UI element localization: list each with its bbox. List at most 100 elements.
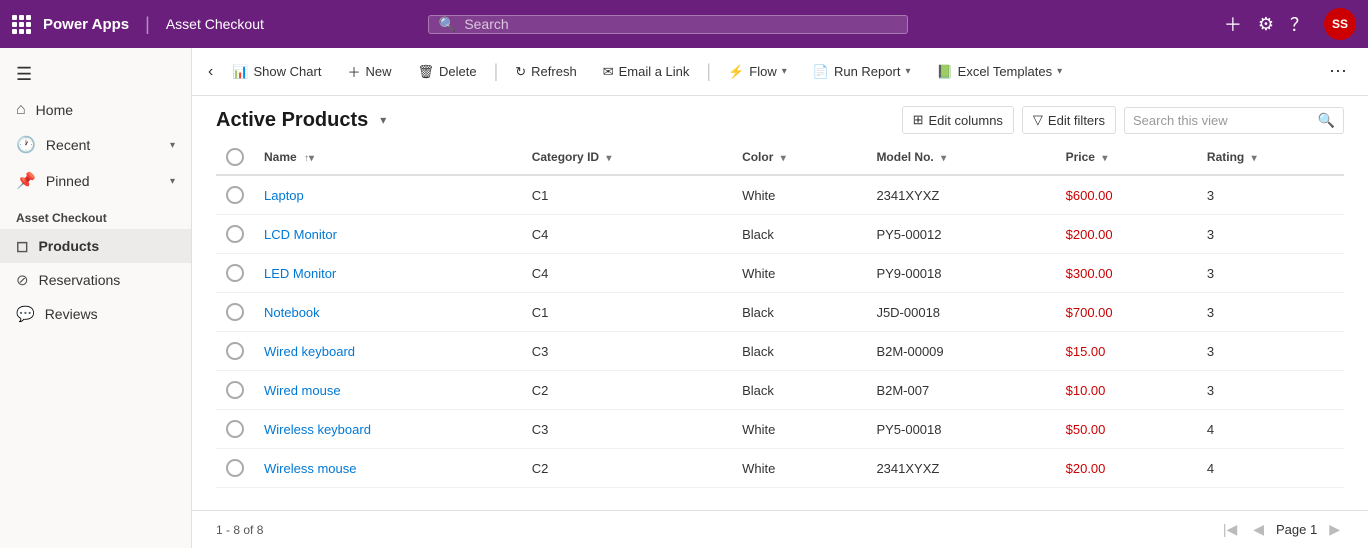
flow-label: Flow bbox=[749, 64, 776, 79]
row-rating-cell: 4 bbox=[1197, 410, 1344, 449]
row-rating-cell: 3 bbox=[1197, 175, 1344, 215]
row-checkbox-cell[interactable] bbox=[216, 254, 254, 293]
price-sort-icon: ▾ bbox=[1102, 153, 1107, 164]
email-link-label: Email a Link bbox=[619, 64, 690, 79]
row-checkbox-cell[interactable] bbox=[216, 371, 254, 410]
row-checkbox-cell[interactable] bbox=[216, 175, 254, 215]
sidebar-section-header: Asset Checkout bbox=[0, 199, 191, 229]
user-avatar[interactable]: SS bbox=[1324, 8, 1356, 40]
row-name-cell[interactable]: Wired mouse bbox=[254, 371, 522, 410]
row-name-cell[interactable]: Wireless keyboard bbox=[254, 410, 522, 449]
help-button[interactable]: ？ bbox=[1290, 11, 1308, 37]
row-checkbox[interactable] bbox=[226, 381, 244, 399]
row-modelno-cell: J5D-00018 bbox=[866, 293, 1055, 332]
excel-dropdown-arrow: ▾ bbox=[1057, 66, 1062, 77]
more-options-button[interactable]: ⋯ bbox=[1324, 56, 1352, 87]
row-categoryid-cell: C4 bbox=[522, 254, 732, 293]
name-column-header[interactable]: Name ↑▾ bbox=[254, 140, 522, 175]
sidebar-item-reservations[interactable]: ⊘ Reservations bbox=[0, 263, 191, 297]
search-view-icon: 🔍 bbox=[1318, 112, 1335, 129]
flow-button[interactable]: ⚡ Flow ▾ bbox=[717, 58, 798, 86]
row-categoryid-cell: C2 bbox=[522, 371, 732, 410]
email-link-button[interactable]: ✉ Email a Link bbox=[592, 58, 701, 86]
modelno-column-header[interactable]: Model No. ▾ bbox=[866, 140, 1055, 175]
plus-icon: ＋ bbox=[347, 62, 360, 81]
row-modelno-cell: 2341XYXZ bbox=[866, 449, 1055, 488]
table-row: Wired keyboard C3 Black B2M-00009 $15.00… bbox=[216, 332, 1344, 371]
edit-filters-label: Edit filters bbox=[1048, 113, 1105, 128]
edit-filters-button[interactable]: ▽ Edit filters bbox=[1022, 106, 1116, 134]
sidebar-item-pinned[interactable]: 📌 Pinned ▾ bbox=[0, 163, 191, 199]
row-name-cell[interactable]: LCD Monitor bbox=[254, 215, 522, 254]
products-table: Name ↑▾ Category ID ▾ Color ▾ bbox=[216, 140, 1344, 488]
row-checkbox[interactable] bbox=[226, 186, 244, 204]
row-name-cell[interactable]: Laptop bbox=[254, 175, 522, 215]
search-view-input[interactable] bbox=[1133, 113, 1312, 128]
select-all-header[interactable] bbox=[216, 140, 254, 175]
row-checkbox-cell[interactable] bbox=[216, 449, 254, 488]
range-label: 1 - 8 of 8 bbox=[216, 523, 263, 537]
filter-icon: ▽ bbox=[1033, 112, 1043, 128]
settings-button[interactable]: ⚙ bbox=[1258, 14, 1274, 35]
select-all-checkbox[interactable] bbox=[226, 148, 244, 166]
table-row: Laptop C1 White 2341XYXZ $600.00 3 bbox=[216, 175, 1344, 215]
row-checkbox[interactable] bbox=[226, 459, 244, 477]
run-report-button[interactable]: 📄 Run Report ▾ bbox=[802, 58, 922, 86]
rating-column-header[interactable]: Rating ▾ bbox=[1197, 140, 1344, 175]
color-column-header[interactable]: Color ▾ bbox=[732, 140, 866, 175]
new-button[interactable]: ＋ New bbox=[336, 56, 402, 87]
row-name-cell[interactable]: Notebook bbox=[254, 293, 522, 332]
row-checkbox[interactable] bbox=[226, 264, 244, 282]
row-checkbox[interactable] bbox=[226, 225, 244, 243]
row-categoryid-cell: C1 bbox=[522, 175, 732, 215]
sidebar-item-products[interactable]: ◻ Products bbox=[0, 229, 191, 263]
row-name-cell[interactable]: Wireless mouse bbox=[254, 449, 522, 488]
prev-page-button[interactable]: ◀ bbox=[1249, 519, 1268, 540]
global-search-input[interactable] bbox=[464, 16, 897, 32]
sidebar-item-reviews[interactable]: 💬 Reviews bbox=[0, 297, 191, 331]
row-color-cell: White bbox=[732, 449, 866, 488]
row-color-cell: White bbox=[732, 254, 866, 293]
rating-col-label: Rating bbox=[1207, 150, 1244, 164]
recent-icon: 🕐 bbox=[16, 135, 36, 155]
row-name-cell[interactable]: LED Monitor bbox=[254, 254, 522, 293]
table-row: LCD Monitor C4 Black PY5-00012 $200.00 3 bbox=[216, 215, 1344, 254]
excel-templates-button[interactable]: 📗 Excel Templates ▾ bbox=[925, 58, 1073, 86]
sidebar-item-recent[interactable]: 🕐 Recent ▾ bbox=[0, 127, 191, 163]
sidebar-item-home[interactable]: ⌂ Home bbox=[0, 93, 191, 127]
next-page-button[interactable]: ▶ bbox=[1325, 519, 1344, 540]
reservations-icon: ⊘ bbox=[16, 271, 29, 289]
hamburger-button[interactable]: ☰ bbox=[0, 56, 191, 93]
table-row: LED Monitor C4 White PY9-00018 $300.00 3 bbox=[216, 254, 1344, 293]
global-search[interactable]: 🔍 bbox=[428, 15, 908, 34]
run-report-dropdown-arrow: ▾ bbox=[905, 66, 910, 77]
search-view[interactable]: 🔍 bbox=[1124, 107, 1344, 134]
row-checkbox[interactable] bbox=[226, 420, 244, 438]
row-checkbox-cell[interactable] bbox=[216, 215, 254, 254]
row-checkbox-cell[interactable] bbox=[216, 293, 254, 332]
refresh-button[interactable]: ↻ Refresh bbox=[504, 58, 587, 86]
row-checkbox-cell[interactable] bbox=[216, 410, 254, 449]
row-checkbox[interactable] bbox=[226, 303, 244, 321]
row-checkbox[interactable] bbox=[226, 342, 244, 360]
back-button[interactable]: ‹ bbox=[208, 63, 213, 81]
excel-icon: 📗 bbox=[936, 64, 952, 80]
row-name-cell[interactable]: Wired keyboard bbox=[254, 332, 522, 371]
delete-button[interactable]: 🗑 Delete bbox=[406, 58, 487, 86]
row-rating-cell: 3 bbox=[1197, 332, 1344, 371]
trash-icon: 🗑 bbox=[417, 64, 434, 80]
categoryid-column-header[interactable]: Category ID ▾ bbox=[522, 140, 732, 175]
grid-menu-button[interactable] bbox=[12, 15, 31, 34]
row-color-cell: Black bbox=[732, 371, 866, 410]
show-chart-button[interactable]: 📊 Show Chart bbox=[221, 58, 332, 86]
row-checkbox-cell[interactable] bbox=[216, 332, 254, 371]
add-button[interactable]: ＋ bbox=[1224, 11, 1242, 37]
row-modelno-cell: B2M-007 bbox=[866, 371, 1055, 410]
view-title-dropdown[interactable]: ▾ bbox=[380, 113, 386, 127]
run-report-label: Run Report bbox=[834, 64, 900, 79]
main-layout: ☰ ⌂ Home 🕐 Recent ▾ 📌 Pinned ▾ Asset Che… bbox=[0, 48, 1368, 548]
edit-columns-button[interactable]: ⊞ Edit columns bbox=[902, 106, 1014, 134]
first-page-button[interactable]: |◀ bbox=[1219, 519, 1241, 540]
price-column-header[interactable]: Price ▾ bbox=[1056, 140, 1197, 175]
categoryid-sort-icon: ▾ bbox=[606, 153, 611, 164]
